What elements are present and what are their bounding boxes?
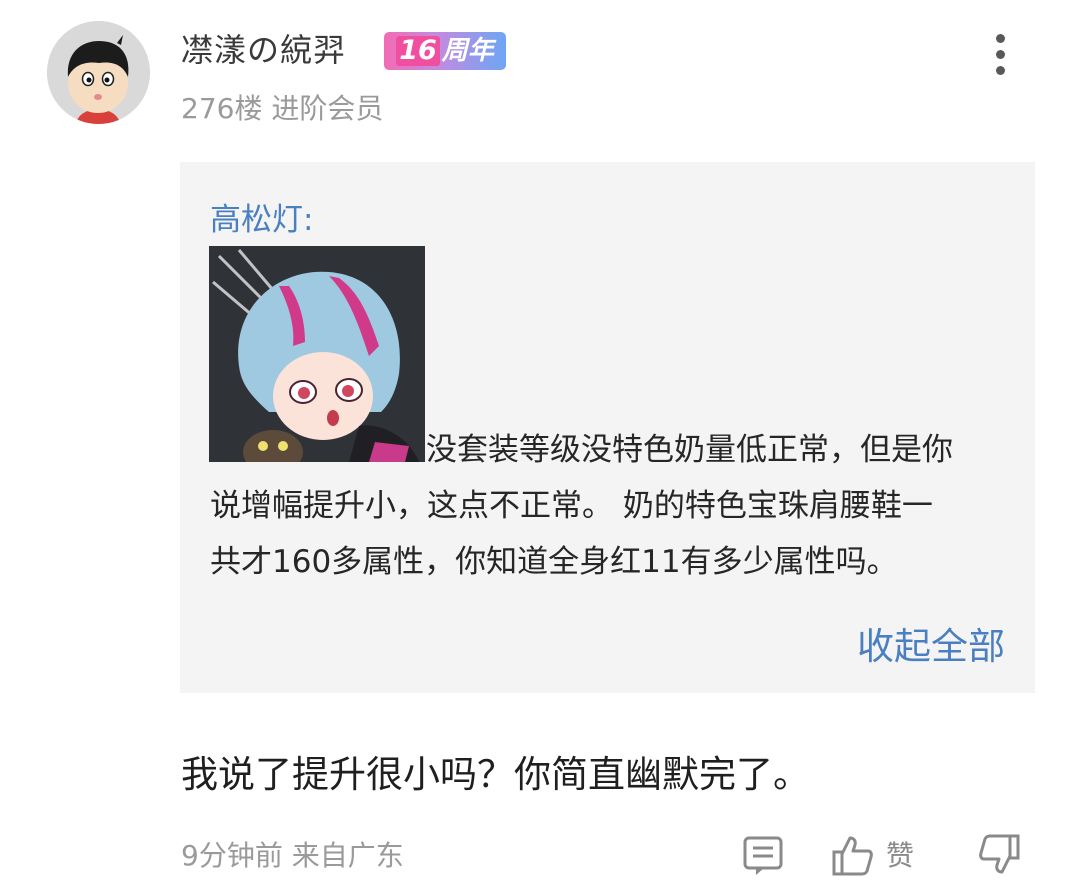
quote-author[interactable]: 高松灯:: [210, 200, 313, 240]
username[interactable]: 凚漾の綂羿: [181, 28, 346, 72]
floor-and-level: 276楼 进阶会员: [181, 92, 384, 125]
more-vertical-icon[interactable]: [990, 34, 1010, 78]
sticker-image[interactable]: [209, 246, 425, 462]
thumbs-down-icon[interactable]: [978, 834, 1022, 880]
avatar-illustration: [47, 21, 150, 124]
time-and-location: 9分钟前 来自广东: [181, 839, 404, 872]
reply-text: 我说了提升很小吗？你简直幽默完了。: [181, 753, 810, 796]
anniversary-label: 周年: [441, 36, 494, 66]
like-label[interactable]: 赞: [886, 836, 914, 876]
quote-text-line-1: 没套装等级没特色奶量低正常，但是你: [426, 432, 953, 468]
anniversary-number: 16: [396, 36, 440, 66]
quoted-comment: 高松灯: 没套装等级没特色奶量低正常，但是你 说增幅提升小，这点不正常。 奶的特…: [180, 162, 1035, 693]
quote-text-line-2: 说增幅提升小，这点不正常。 奶的特色宝珠肩腰鞋一: [210, 488, 933, 524]
collapse-all-link[interactable]: 收起全部: [857, 622, 1005, 672]
thumbs-up-icon[interactable]: [830, 834, 874, 880]
comment-icon[interactable]: [742, 834, 784, 880]
sticker-illustration: [209, 246, 425, 462]
user-avatar[interactable]: [47, 21, 150, 124]
anniversary-badge: 16 周年: [384, 32, 506, 70]
quote-text-line-3: 共才160多属性，你知道全身红11有多少属性吗。: [210, 544, 898, 580]
